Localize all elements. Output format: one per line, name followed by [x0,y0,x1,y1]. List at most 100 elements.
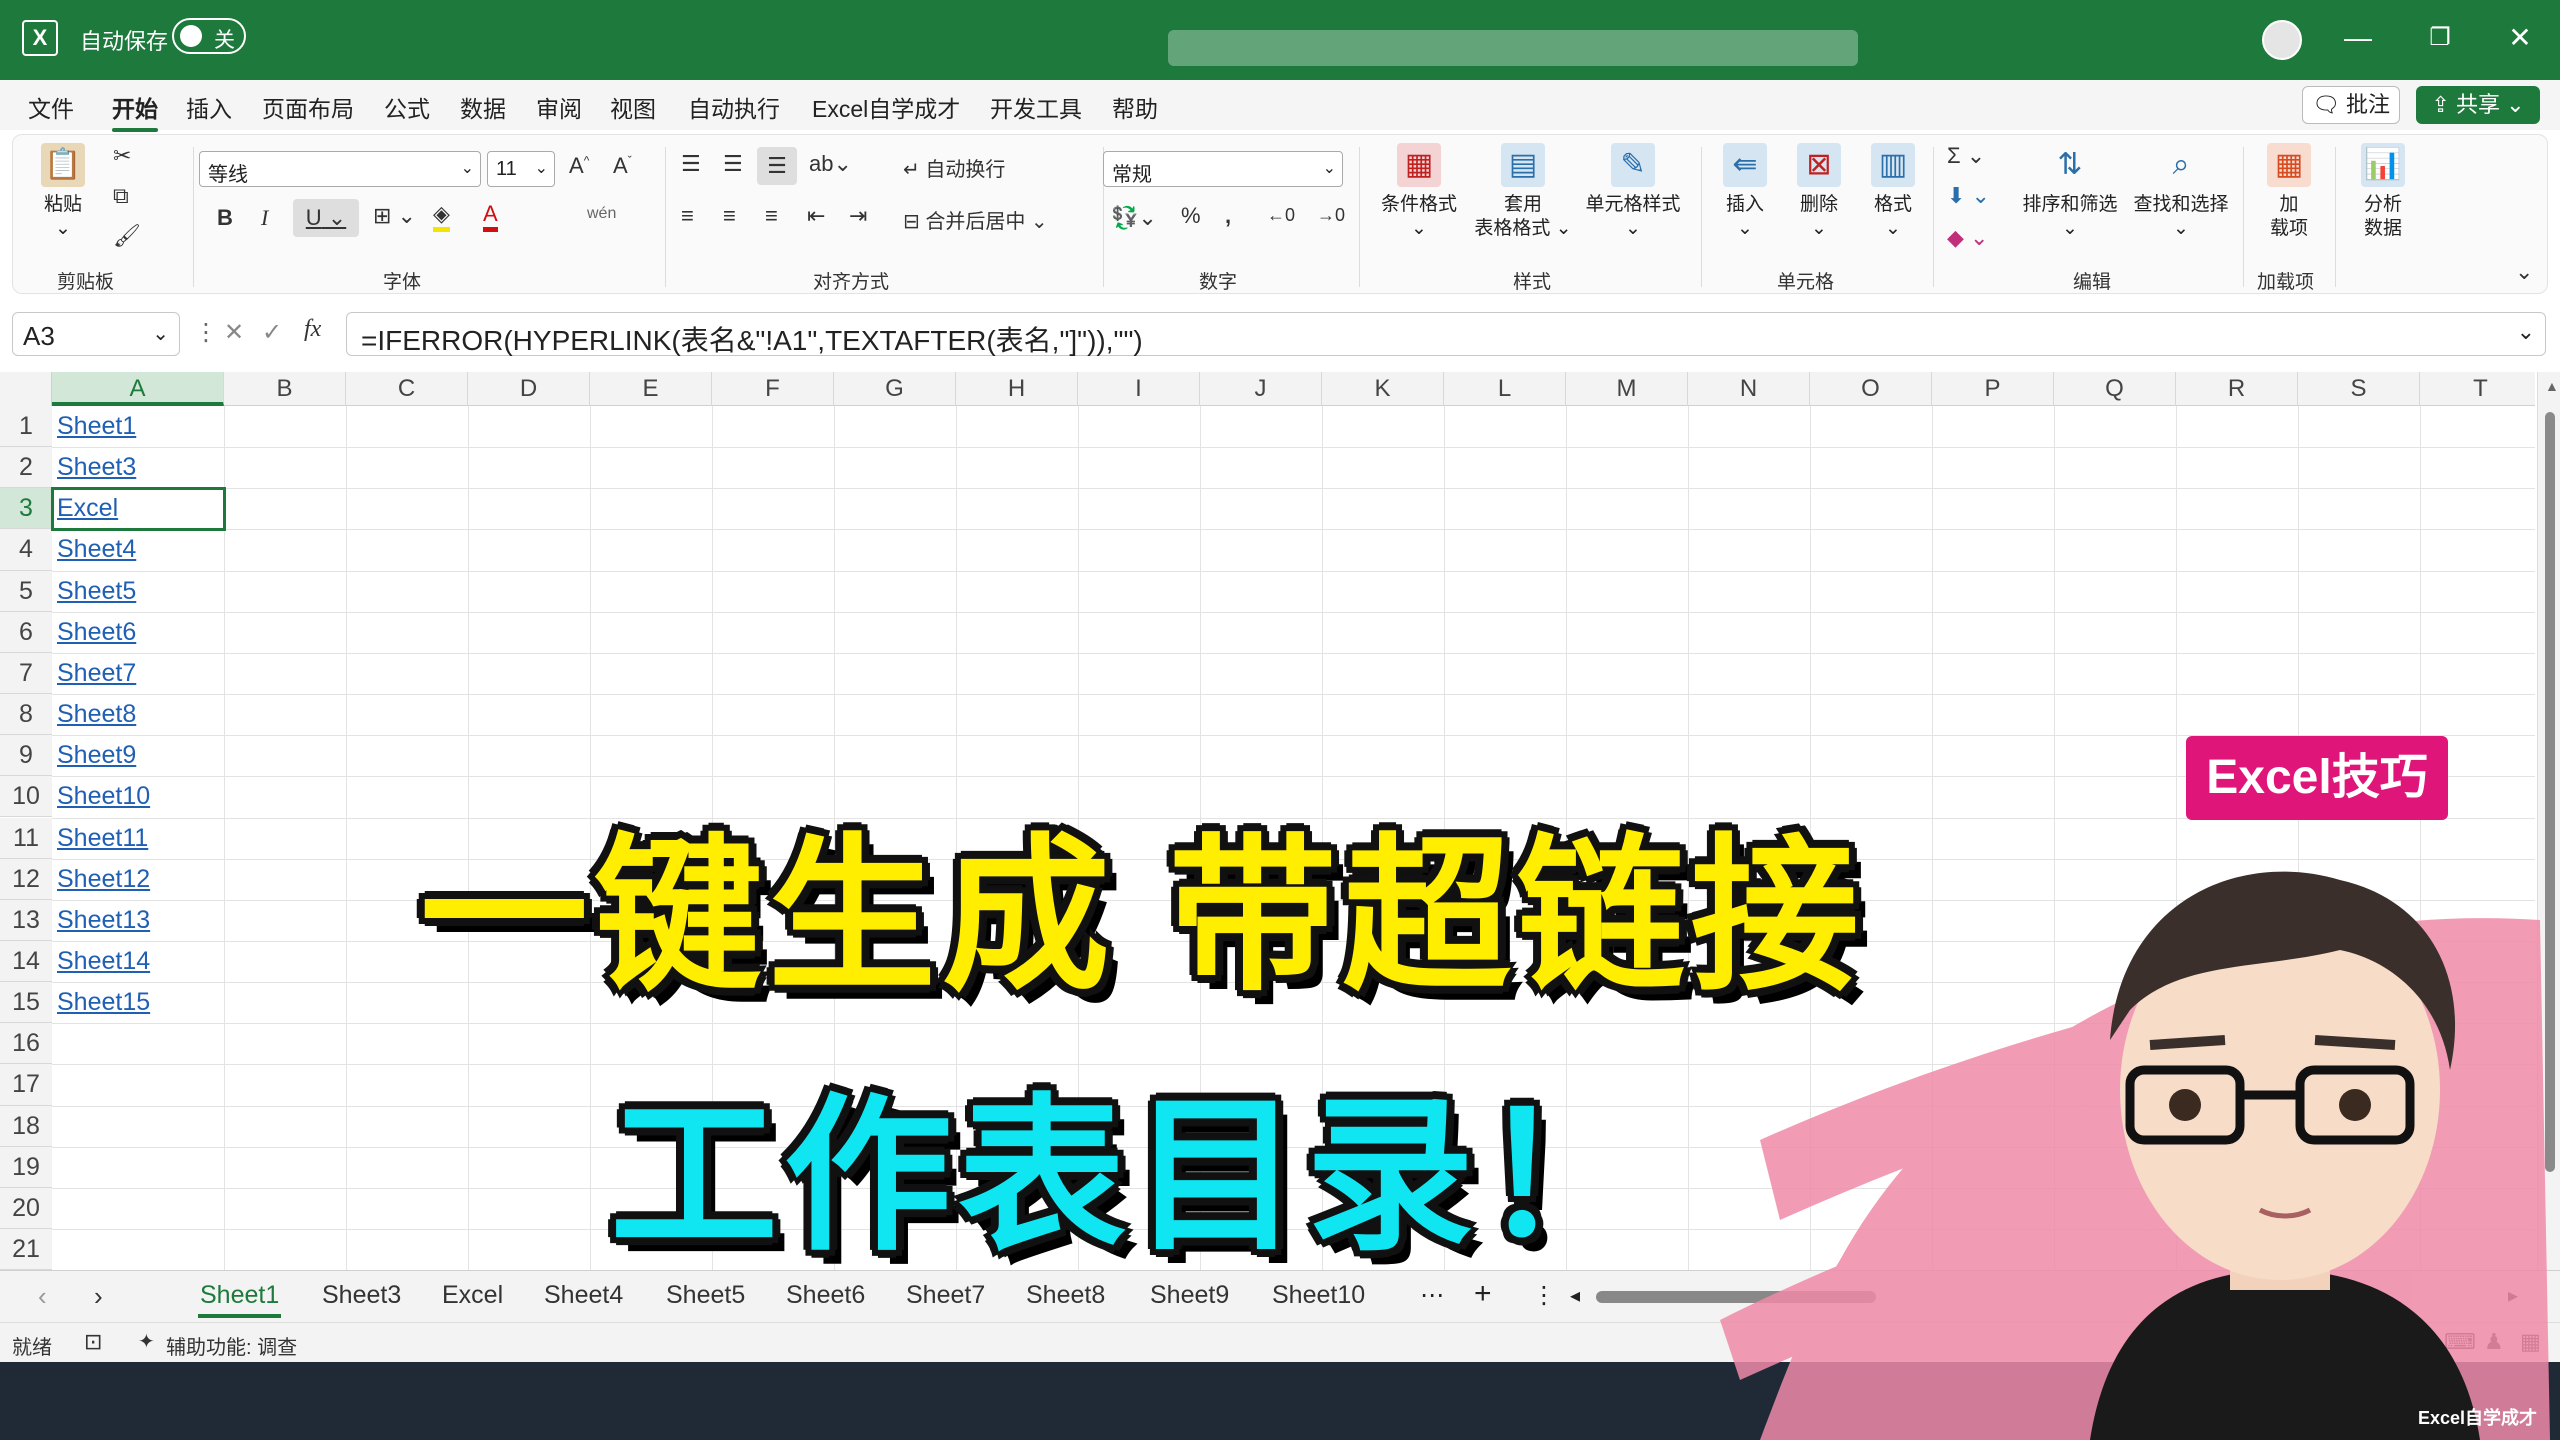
column-header-L[interactable]: L [1444,372,1566,406]
row-header-7[interactable]: 7 [0,652,52,695]
prev-sheet-icon[interactable]: ‹ [38,1281,47,1312]
align-bottom-icon[interactable]: ☰ [757,147,797,185]
search-box[interactable] [1168,30,1858,66]
row-header-11[interactable]: 11 [0,817,52,859]
align-top-icon[interactable]: ☰ [681,151,701,177]
column-header-E[interactable]: E [590,372,712,406]
column-header-O[interactable]: O [1810,372,1932,406]
row-header-6[interactable]: 6 [0,611,52,653]
menu-automate[interactable]: 自动执行 [688,90,780,124]
orientation-icon[interactable]: ab⌄ [809,151,852,177]
hyperlink-cell[interactable]: Sheet6 [57,618,136,647]
format-as-table-button[interactable]: ▤ 套用 表格格式 ⌄ [1469,143,1577,241]
menu-developer[interactable]: 开发工具 [990,90,1082,124]
hyperlink-cell[interactable]: Sheet5 [57,577,136,606]
increase-indent-icon[interactable]: ⇥ [849,203,867,229]
column-header-I[interactable]: I [1078,372,1200,406]
menu-insert[interactable]: 插入 [186,90,232,124]
column-header-F[interactable]: F [712,372,834,406]
row-header-8[interactable]: 8 [0,694,52,736]
fill-color-icon[interactable]: ◈ [433,201,450,232]
row-header-21[interactable]: 21 [0,1229,52,1271]
hyperlink-cell[interactable]: Sheet13 [57,906,150,935]
row-header-14[interactable]: 14 [0,940,52,983]
row-header-2[interactable]: 2 [0,447,52,489]
cut-icon[interactable]: ✂ [113,143,131,169]
hyperlink-cell[interactable]: Sheet10 [57,782,150,811]
clear-icon[interactable]: ◆ ⌄ [1947,225,1988,251]
column-header-S[interactable]: S [2298,372,2420,406]
align-center-icon[interactable]: ≡ [723,203,736,229]
decrease-indent-icon[interactable]: ⇤ [807,203,825,229]
menu-review[interactable]: 审阅 [536,90,582,124]
column-header-T[interactable]: T [2420,372,2542,406]
menu-home[interactable]: 开始 [112,90,158,132]
addins-button[interactable]: ▦ 加载项 [2249,143,2329,241]
macro-record-icon[interactable]: ⊡ [84,1329,102,1355]
sheet-tab[interactable]: Sheet1 [190,1277,289,1318]
row-header-3[interactable]: 3 [0,488,52,530]
row-header-5[interactable]: 5 [0,570,52,612]
scroll-left-icon[interactable]: ◂ [1570,1283,1580,1308]
cell-styles-button[interactable]: ✎ 单元格样式 ⌄ [1577,143,1689,241]
bold-button[interactable]: B [217,205,233,231]
sheet-tab[interactable]: Sheet3 [312,1277,411,1314]
wrap-text-button[interactable]: ↵ 自动换行 [903,153,1005,182]
column-header-J[interactable]: J [1200,372,1322,406]
row-header-17[interactable]: 17 [0,1064,52,1106]
font-size-combo[interactable]: 11 ⌄ [487,151,555,187]
increase-font-icon[interactable]: A^ [569,153,589,179]
close-icon[interactable]: ✕ [2490,16,2550,60]
autosave-toggle[interactable]: 关 [172,18,246,54]
row-header-4[interactable]: 4 [0,529,52,571]
hyperlink-cell[interactable]: Sheet4 [57,535,136,564]
column-header-H[interactable]: H [956,372,1078,406]
accessibility-status[interactable]: 辅助功能: 调查 [166,1331,297,1360]
row-header-18[interactable]: 18 [0,1105,52,1147]
hyperlink-cell[interactable]: Sheet14 [57,947,150,976]
sort-filter-button[interactable]: ⇅ 排序和筛选 ⌄ [2011,143,2129,241]
underline-button[interactable]: U ⌄ [293,199,359,237]
row-header-1[interactable]: 1 [0,406,52,448]
insert-function-icon[interactable]: fx [304,316,321,343]
conditional-format-button[interactable]: ▦ 条件格式 ⌄ [1369,143,1469,241]
menu-file[interactable]: 文件 [28,90,74,124]
menu-help[interactable]: 帮助 [1112,90,1158,124]
font-color-icon[interactable]: A [483,201,498,232]
collapse-ribbon-icon[interactable]: ⌄ [2515,259,2533,285]
menu-excel-learn[interactable]: Excel自学成才 [812,90,960,124]
hyperlink-cell[interactable]: Sheet12 [57,865,150,894]
share-button[interactable]: ⇪ 共享 ⌄ [2416,86,2540,124]
hyperlink-cell[interactable]: Sheet11 [57,824,148,853]
column-header-B[interactable]: B [224,372,346,406]
paste-button[interactable]: 📋 粘贴 ⌄ [33,143,93,241]
scroll-up-icon[interactable]: ▲ [2545,378,2559,394]
align-left-icon[interactable]: ≡ [681,203,694,229]
copy-icon[interactable]: ⧉ [113,183,129,209]
percent-icon[interactable]: % [1181,203,1201,229]
column-header-N[interactable]: N [1688,372,1810,406]
insert-cells-button[interactable]: ⇚ 插入 ⌄ [1705,143,1785,241]
row-header-12[interactable]: 12 [0,858,52,900]
increase-decimal-icon[interactable]: ←0 [1267,205,1295,226]
comment-button[interactable]: 🗨 批注 [2302,86,2400,124]
select-all-corner[interactable] [0,372,52,406]
column-header-G[interactable]: G [834,372,956,406]
next-sheet-icon[interactable]: › [94,1281,103,1312]
row-header-15[interactable]: 15 [0,982,52,1024]
menu-data[interactable]: 数据 [460,90,506,124]
column-header-M[interactable]: M [1566,372,1688,406]
menu-formulas[interactable]: 公式 [384,90,430,124]
name-box[interactable]: A3 ⌄ [12,312,180,356]
restore-icon[interactable]: ❐ [2410,16,2470,60]
phonetic-icon[interactable]: wén [587,205,616,223]
format-painter-icon[interactable]: 🖌 [113,223,141,249]
cancel-icon[interactable]: ✕ [224,318,244,347]
merge-center-button[interactable]: ⊟ 合并后居中 ⌄ [903,205,1048,234]
options-icon[interactable]: ⋮ [1532,1281,1556,1310]
minimize-icon[interactable]: — [2328,16,2388,60]
more-sheets-icon[interactable]: ⋯ [1420,1281,1444,1310]
border-icon[interactable]: ⊞ ⌄ [373,203,416,229]
currency-icon[interactable]: 💱⌄ [1111,205,1157,231]
column-header-Q[interactable]: Q [2054,372,2176,406]
